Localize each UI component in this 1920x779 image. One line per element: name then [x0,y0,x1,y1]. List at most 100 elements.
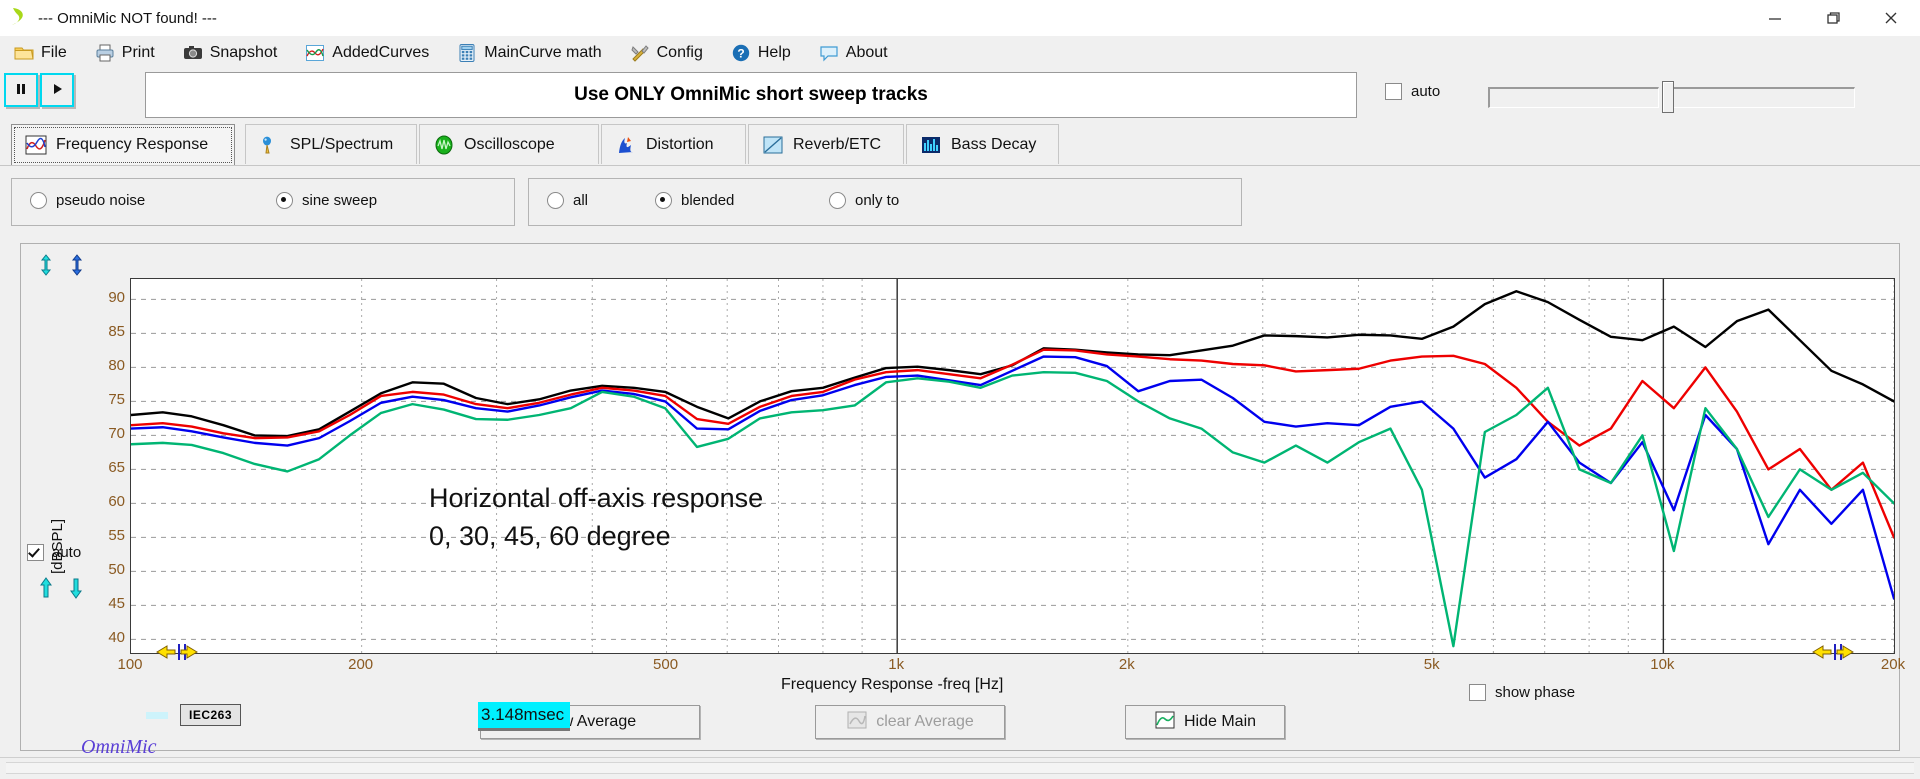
status-bar-inner [6,762,1914,774]
menu-label: AddedCurves [332,43,430,61]
curve-45-degree [131,355,1894,600]
menu-item-maincurve-math[interactable]: MainCurve math [443,36,615,69]
radio-all[interactable]: all [547,192,588,209]
radio-label: blended [681,192,735,209]
scroll-up-icon[interactable] [35,576,57,603]
x-tick-label: 500 [653,656,679,673]
reverb-icon [762,135,784,155]
hide-main-label: Hide Main [1183,713,1257,730]
x-range-right-handle[interactable] [1811,642,1855,665]
zoom-in-vertical-icon[interactable] [35,254,57,279]
radio-circle [829,192,846,209]
y-auto-checkbox[interactable] [27,544,44,561]
tab-label: Reverb/ETC [793,135,882,153]
y-tick-label: 55 [108,527,125,545]
omnimic-brand-label: OmniMic [81,736,157,758]
play-button[interactable] [40,73,74,107]
tab-label: Oscilloscope [464,135,555,153]
signal-type-group: pseudo noise sine sweep [11,178,515,226]
y-tick-label: 70 [108,425,125,443]
x-tick-label: 2k [1118,656,1135,673]
slider-thumb[interactable] [1662,81,1674,113]
pause-button[interactable] [4,73,38,107]
transport-row: Use ONLY OmniMic short sweep tracks auto [0,69,1920,121]
x-tick-label: 5k [1423,656,1440,673]
plot-canvas[interactable]: Horizontal off-axis response 0, 30, 45, 6… [130,278,1895,654]
y-tick-label: 60 [108,493,125,511]
menu-bar: File Print Snapshot AddedCurves MainCurv… [0,36,1920,70]
menu-item-config[interactable]: Config [616,36,717,69]
clear-average-icon [846,710,868,735]
tab-frequency-response[interactable]: Frequency Response [11,124,235,166]
clear-average-button: clear Average [815,705,1005,739]
y-auto-checkbox-group[interactable]: auto [27,544,81,561]
calculator-icon [457,43,477,63]
frequency-response-plot-panel: 40 45 50 55 60 65 70 75 80 85 90 [dBSPL] Horizonta… [20,243,1905,758]
omnimic-application-window: --- OmniMic NOT found! --- File Print Sn… [0,0,1920,779]
sweep-banner-text: Use ONLY OmniMic short sweep tracks [574,84,928,105]
msec-readout-badge[interactable]: 3.148msec [478,702,570,728]
radio-sine-sweep[interactable]: sine sweep [276,192,377,209]
x-tick-label: 200 [348,656,374,673]
tab-spl-spectrum[interactable]: SPL/Spectrum [245,124,417,164]
auto-top-checkbox[interactable] [1385,83,1402,100]
radio-label: pseudo noise [56,192,146,209]
msec-underline [478,728,570,731]
radio-only-to[interactable]: only to [829,192,899,209]
tab-reverb-etc[interactable]: Reverb/ETC [748,124,904,164]
radio-circle [547,192,564,209]
radio-blended[interactable]: blended [655,192,734,209]
status-bar [0,757,1920,779]
close-icon[interactable] [1862,0,1920,36]
menu-label: About [845,43,888,61]
x-range-left-handle[interactable] [155,642,199,665]
menu-item-file[interactable]: File [0,36,81,69]
menu-label: Help [757,43,791,61]
menu-label: MainCurve math [484,43,602,61]
freq-response-icon [25,135,47,155]
menu-label: File [41,43,67,61]
oscilloscope-icon [433,135,455,155]
iec-button[interactable]: IEC263 [180,704,242,726]
omnimic-logo-icon [6,5,32,31]
radio-label: all [573,192,589,209]
level-slider-left[interactable] [1488,87,1659,108]
y-tick-label: 45 [108,595,125,613]
menu-item-help[interactable]: ? Help [717,36,805,69]
level-slider-right[interactable] [1664,87,1855,108]
show-phase-checkbox-group[interactable]: show phase [1469,684,1575,701]
tab-oscilloscope[interactable]: Oscilloscope [419,124,599,164]
curves-icon [305,43,325,63]
y-tick-label: 85 [108,323,125,341]
iec-curve-control[interactable]: IEC263 [146,704,242,726]
radio-label: only to [855,192,900,209]
tab-label: SPL/Spectrum [290,135,394,153]
minimize-icon[interactable] [1746,0,1804,36]
show-phase-label: show phase [1495,684,1576,701]
restore-icon[interactable] [1804,0,1862,36]
radio-label: sine sweep [302,192,378,209]
menu-item-about[interactable]: About [805,36,902,69]
x-tick-label: 20k [1880,656,1906,673]
scroll-down-icon[interactable] [65,576,87,603]
menu-item-print[interactable]: Print [81,36,169,69]
plot-annotation-line-2: 0, 30, 45, 60 degree [429,521,671,551]
tab-bass-decay[interactable]: Bass Decay [906,124,1059,164]
menu-label: Snapshot [209,43,278,61]
radio-pseudo-noise[interactable]: pseudo noise [30,192,145,209]
x-tick-label: 100 [117,656,143,673]
menu-item-addedcurves[interactable]: AddedCurves [291,36,443,69]
x-axis-title: Frequency Response -freq [Hz] [781,676,1004,693]
auto-top-checkbox-group[interactable]: auto [1385,83,1440,100]
show-phase-checkbox[interactable] [1469,684,1486,701]
spl-spectrum-icon [259,135,281,155]
folder-icon [14,43,34,63]
menu-item-snapshot[interactable]: Snapshot [169,36,292,69]
tab-distortion[interactable]: Distortion [601,124,746,164]
hide-main-button[interactable]: Hide Main [1125,705,1285,739]
speech-bubble-icon [819,43,839,63]
expand-vertical-icon[interactable] [65,254,89,279]
plot-annotation-line-1: Horizontal off-axis response [429,483,763,513]
distortion-icon [615,135,637,155]
x-tick-label: 1k [888,656,905,673]
